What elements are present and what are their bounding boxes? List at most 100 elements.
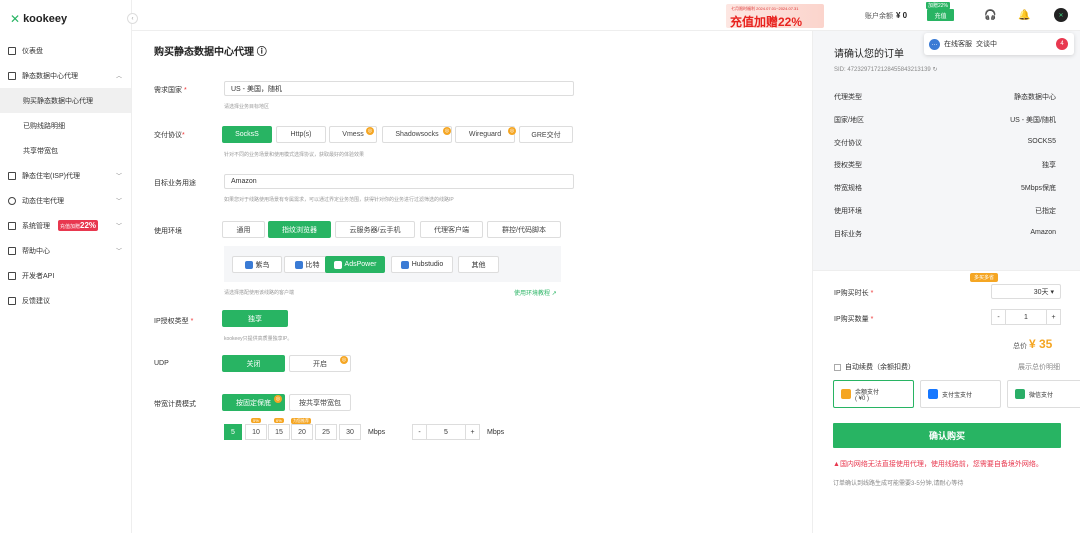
env-label: 使用环境 [154, 228, 182, 235]
sidebar-item-label: 系统管理 [22, 222, 50, 230]
protocol-gre[interactable]: GRE交付 [519, 126, 573, 143]
browser-bitbrowser[interactable]: 比特 [284, 256, 330, 273]
bandwidth-unit: Mbps [368, 429, 386, 436]
bandwidth-option[interactable]: 20 [291, 424, 313, 440]
duration-select[interactable]: 30天 ▾ [991, 284, 1061, 299]
label-text: IP购买时长 [834, 290, 869, 297]
recharge-bonus-tag: 加赠22% [926, 2, 951, 9]
plus-button[interactable]: + [1046, 310, 1060, 324]
browser-label: Hubstudio [411, 261, 444, 268]
new-dot-icon: ◎ [366, 127, 374, 135]
pay-wechat[interactable]: 微信支付 [1007, 380, 1080, 408]
recharge-button[interactable]: 充值 [927, 9, 954, 21]
country-select[interactable]: US - 美国，随机 [224, 81, 574, 96]
settings-icon [8, 221, 16, 230]
home-icon [8, 171, 16, 180]
env-hint: 请选择搭配使用该线路的客户端 [224, 290, 295, 296]
minus-button[interactable]: - [413, 425, 427, 439]
bandwidth-option[interactable]: 30 [339, 424, 361, 440]
chevron-down-icon: ﹀ [115, 249, 122, 255]
help-icon[interactable]: ⓘ [257, 47, 267, 58]
sidebar-item-feedback[interactable]: 反馈建议 [0, 288, 131, 313]
refresh-icon[interactable]: ↻ [932, 67, 937, 73]
order-title: 请确认您的订单 [834, 49, 904, 60]
env-general[interactable]: 通用 [222, 221, 265, 238]
new-dot-icon: ◎ [508, 127, 516, 135]
discount-tag: 6% [274, 418, 284, 423]
plus-button[interactable]: + [465, 425, 479, 439]
env-proxy-client[interactable]: 代理客户端 [420, 221, 483, 238]
sidebar-item-dashboard[interactable]: 仪表盘 [0, 38, 131, 63]
pay-balance[interactable]: 余额支付( ¥0 ) [833, 380, 914, 408]
protocol-https[interactable]: Http(s) [276, 126, 326, 143]
bandwidth-option[interactable]: 25 [315, 424, 337, 440]
order-row-key: 授权类型 [834, 162, 862, 169]
banner-title: 充值加赠22% [730, 15, 803, 28]
order-row: 国家/地区 US - 美国/随机 [834, 115, 1056, 125]
protocol-hint: 针对不同的业务场景和使用模式选择协议，获取最好的体验效果 [224, 152, 365, 158]
chevron-down-icon: ﹀ [115, 199, 122, 205]
bandwidth-option[interactable]: 5 [224, 424, 242, 440]
udp-off[interactable]: 关闭 [222, 355, 285, 372]
browser-other[interactable]: 其他 [458, 256, 499, 273]
promo-banner[interactable]: 七月限时福利 2024.07.01~2024.07.31 充值加赠22% [726, 4, 824, 28]
order-row: 代理类型 静态数据中心 [834, 92, 1056, 102]
sidebar-item-shared-bandwidth[interactable]: 共享带宽包 [0, 138, 131, 163]
sidebar-item-label: 已购线路明细 [23, 122, 65, 130]
sidebar-item-system[interactable]: 系统管理 充值加赠22% ﹀ [0, 213, 131, 238]
env-tutorial-link[interactable]: 使用环境教程 ↗ [514, 288, 557, 297]
page-title-text: 购买静态数据中心代理 [154, 47, 254, 58]
browser-label: AdsPower [344, 261, 377, 268]
pay-label: 微信支付 [1029, 392, 1054, 399]
sidebar-item-static-dc[interactable]: 静态数据中心代理 ︿ [0, 63, 131, 88]
env-fingerprint-browser[interactable]: 指纹浏览器 [268, 221, 331, 238]
bandwidth-value[interactable]: 5 [427, 425, 465, 439]
sidebar-item-api[interactable]: 开发者API [0, 263, 131, 288]
chat-icon: … [929, 38, 940, 50]
sidebar-item-static-isp[interactable]: 静态住宅(ISP)代理 ﹀ [0, 163, 131, 188]
confirm-purchase-button[interactable]: 确认购买 [833, 423, 1061, 448]
browser-adspower[interactable]: AdsPower [325, 256, 385, 273]
bell-icon[interactable]: 🔔 [1018, 10, 1030, 21]
sidebar-item-buy-static-dc[interactable]: 购买静态数据中心代理 [0, 88, 131, 113]
protocol-wireguard[interactable]: Wireguard [455, 126, 515, 143]
minus-button[interactable]: - [992, 310, 1006, 324]
checkbox-icon [834, 363, 841, 371]
sidebar-item-help[interactable]: 帮助中心 ﹀ [0, 238, 131, 263]
online-support-popup[interactable]: … 在线客服 交谈中 4 [924, 33, 1074, 55]
qty-stepper[interactable]: - 1 + [991, 309, 1061, 325]
protocol-socks5[interactable]: SocksS [222, 126, 272, 143]
adspower-icon [333, 260, 342, 269]
sidebar-item-purchased-lines[interactable]: 已购线路明细 [0, 113, 131, 138]
billing-shared[interactable]: 按共享带宽包 [289, 394, 351, 411]
bandwidth-option[interactable]: 10 [245, 424, 267, 440]
browser-hubstudio[interactable]: Hubstudio [391, 256, 453, 273]
qty-value[interactable]: 1 [1006, 310, 1046, 324]
bandwidth-stepper[interactable]: - 5 + [412, 424, 480, 440]
bandwidth-option[interactable]: 15 [268, 424, 290, 440]
pay-alipay[interactable]: 支付宝支付 [920, 380, 1001, 408]
avatar[interactable]: ✕ [1054, 8, 1068, 22]
sidebar-item-dynamic-residential[interactable]: 动态住宅代理 ﹀ [0, 188, 131, 213]
autorenew-checkbox[interactable]: 自动续费（余额扣费） [834, 362, 915, 372]
logo[interactable]: ✕ kookeey [0, 0, 131, 38]
alipay-icon [928, 389, 938, 399]
price-detail-link[interactable]: 展示总价明细 [1018, 362, 1060, 372]
sidebar-item-label: 静态数据中心代理 [22, 72, 78, 80]
browser-ziniao[interactable]: 紫鸟 [232, 256, 282, 273]
order-row: 目标业务 Amazon [834, 229, 1056, 239]
protocol-shadowsocks[interactable]: Shadowsocks [382, 126, 452, 143]
hubstudio-icon [400, 260, 409, 269]
collapse-sidebar-button[interactable]: ‹ [127, 13, 138, 24]
label-text: IP购买数量 [834, 316, 869, 323]
banner-date: 七月限时福利 2024.07.01~2024.07.31 [731, 6, 799, 11]
auth-exclusive[interactable]: 独享 [222, 310, 288, 327]
env-cloud-server[interactable]: 云服务器/云手机 [335, 221, 415, 238]
ziniao-icon [244, 260, 253, 269]
order-row-key: 交付协议 [834, 140, 862, 147]
sidebar-item-label: 静态住宅(ISP)代理 [22, 172, 80, 180]
env-script[interactable]: 群控/代码脚本 [487, 221, 561, 238]
target-input[interactable]: Amazon [224, 174, 574, 189]
headset-icon[interactable]: 🎧 [984, 10, 996, 21]
sidebar-item-label: 动态住宅代理 [22, 197, 64, 205]
